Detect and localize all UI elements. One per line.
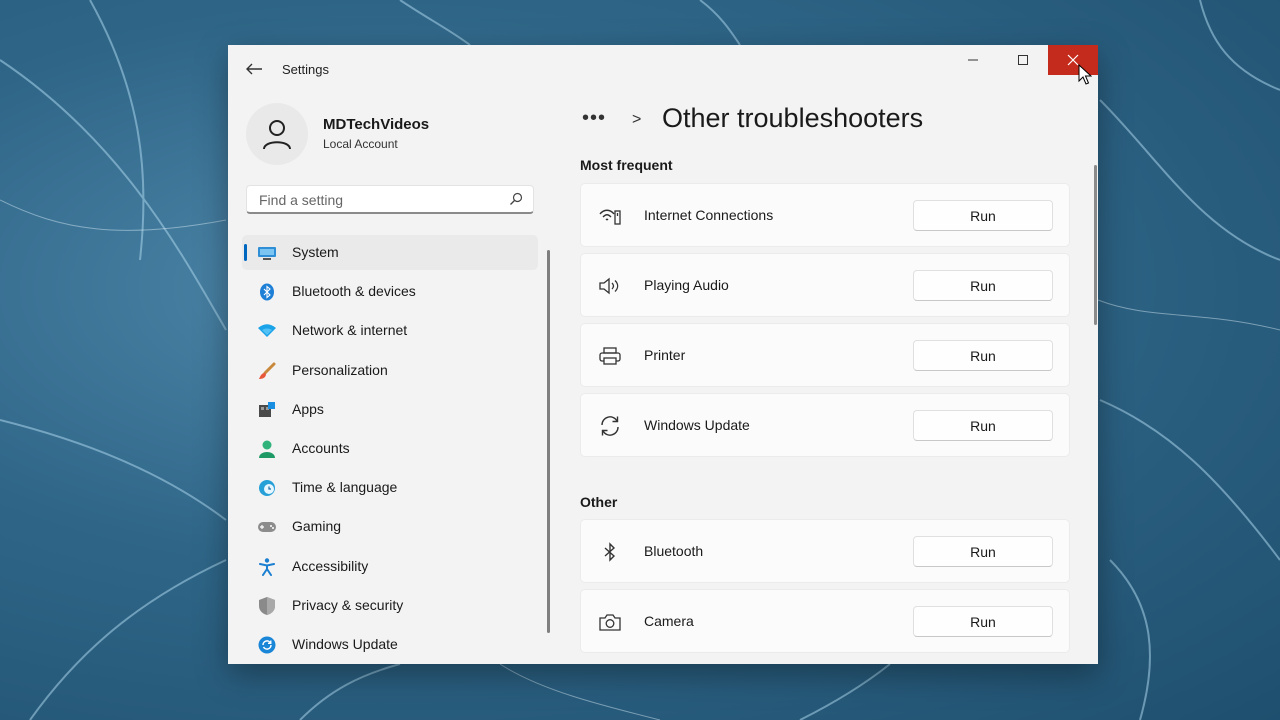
run-button-bluetooth[interactable]: Run <box>913 536 1053 567</box>
bluetooth-icon <box>599 541 621 563</box>
maximize-icon <box>1018 55 1028 65</box>
sidebar-item-label: Network & internet <box>292 322 408 339</box>
bluetooth-icon <box>258 283 276 301</box>
person-icon <box>258 440 276 458</box>
troubleshooter-playing-audio: Playing Audio Run <box>580 253 1070 317</box>
sidebar-item-label: Privacy & security <box>292 596 404 613</box>
window-title: Settings <box>282 62 329 77</box>
troubleshooter-windows-update: Windows Update Run <box>580 393 1070 457</box>
troubleshooter-label: Playing Audio <box>644 277 729 293</box>
run-button-printer[interactable]: Run <box>913 340 1053 371</box>
sidebar-item-label: Accounts <box>292 439 350 456</box>
run-button-playing-audio[interactable]: Run <box>913 270 1053 301</box>
troubleshooter-printer: Printer Run <box>580 323 1070 387</box>
sidebar-item-bluetooth[interactable]: Bluetooth & devices <box>242 274 538 309</box>
troubleshooter-camera: Camera Run <box>580 589 1070 653</box>
profile-name: MDTechVideos <box>323 116 430 133</box>
sidebar-item-label: Personalization <box>292 361 388 378</box>
sidebar-item-windows-update[interactable]: Windows Update <box>242 627 538 662</box>
maximize-button[interactable] <box>998 45 1048 75</box>
user-icon <box>263 120 291 150</box>
printer-icon <box>599 345 621 367</box>
troubleshooter-bluetooth: Bluetooth Run <box>580 519 1070 583</box>
sidebar-item-system[interactable]: System <box>242 235 538 270</box>
sidebar-item-label: Apps <box>292 400 324 417</box>
troubleshooter-label: Printer <box>644 347 686 363</box>
chevron-right-icon: > <box>632 111 642 128</box>
brush-icon <box>258 362 276 380</box>
sidebar-item-label: Time & language <box>292 479 398 496</box>
section-header-most-frequent: Most frequent <box>580 157 673 173</box>
sidebar-item-gaming[interactable]: Gaming <box>242 509 538 544</box>
sidebar-item-label: Bluetooth & devices <box>292 283 416 300</box>
mouse-cursor-icon <box>1078 64 1092 85</box>
sidebar-item-label: System <box>292 244 339 260</box>
settings-window: Settings MDTechVideos Local Account Find… <box>228 45 1098 664</box>
sidebar-nav: System Bluetooth & devices Network & int… <box>242 235 538 664</box>
sidebar-item-label: Accessibility <box>292 557 369 574</box>
wifi-icon <box>258 322 276 340</box>
content-scrollbar[interactable] <box>1094 165 1097 325</box>
minimize-button[interactable] <box>948 45 998 75</box>
run-button-windows-update[interactable]: Run <box>913 410 1053 441</box>
run-button-camera[interactable]: Run <box>913 606 1053 637</box>
shield-icon <box>258 596 276 615</box>
update-icon <box>258 636 276 654</box>
breadcrumb-more-button[interactable]: ••• <box>582 107 606 130</box>
system-icon <box>258 244 276 262</box>
sidebar-item-apps[interactable]: Apps <box>242 392 538 427</box>
wifi-network-icon <box>599 205 621 227</box>
camera-icon <box>599 611 621 633</box>
run-button-internet-connections[interactable]: Run <box>913 200 1053 231</box>
sidebar-scrollbar[interactable] <box>547 250 550 633</box>
minimize-icon <box>968 59 978 61</box>
troubleshooter-internet-connections: Internet Connections Run <box>580 183 1070 247</box>
troubleshooter-label: Internet Connections <box>644 207 774 223</box>
account-type: Local Account <box>323 137 398 151</box>
sidebar-item-label: Windows Update <box>292 635 398 652</box>
search-icon <box>510 192 523 205</box>
troubleshooter-label: Camera <box>644 613 694 629</box>
apps-icon <box>258 401 276 419</box>
sidebar-item-privacy[interactable]: Privacy & security <box>242 588 538 623</box>
back-button[interactable] <box>242 59 266 79</box>
speaker-icon <box>599 275 621 297</box>
accessibility-icon <box>258 557 276 576</box>
title-bar: Settings <box>228 45 1098 91</box>
sidebar-item-label: Gaming <box>292 518 342 535</box>
search-box[interactable] <box>246 185 534 214</box>
sidebar-item-time-language[interactable]: Time & language <box>242 470 538 505</box>
back-arrow-icon <box>246 63 262 75</box>
sidebar-item-network[interactable]: Network & internet <box>242 313 538 348</box>
page-title: Other troubleshooters <box>662 103 924 133</box>
troubleshooter-label: Windows Update <box>644 417 750 433</box>
controller-icon <box>258 518 276 536</box>
sidebar-item-accounts[interactable]: Accounts <box>242 431 538 466</box>
troubleshooter-label: Bluetooth <box>644 543 704 559</box>
globe-clock-icon <box>258 479 276 497</box>
sidebar-item-accessibility[interactable]: Accessibility <box>242 549 538 584</box>
section-header-other: Other <box>580 494 618 510</box>
search-input[interactable] <box>257 189 501 211</box>
sidebar-item-personalization[interactable]: Personalization <box>242 353 538 388</box>
refresh-icon <box>599 415 621 437</box>
avatar <box>246 103 308 165</box>
